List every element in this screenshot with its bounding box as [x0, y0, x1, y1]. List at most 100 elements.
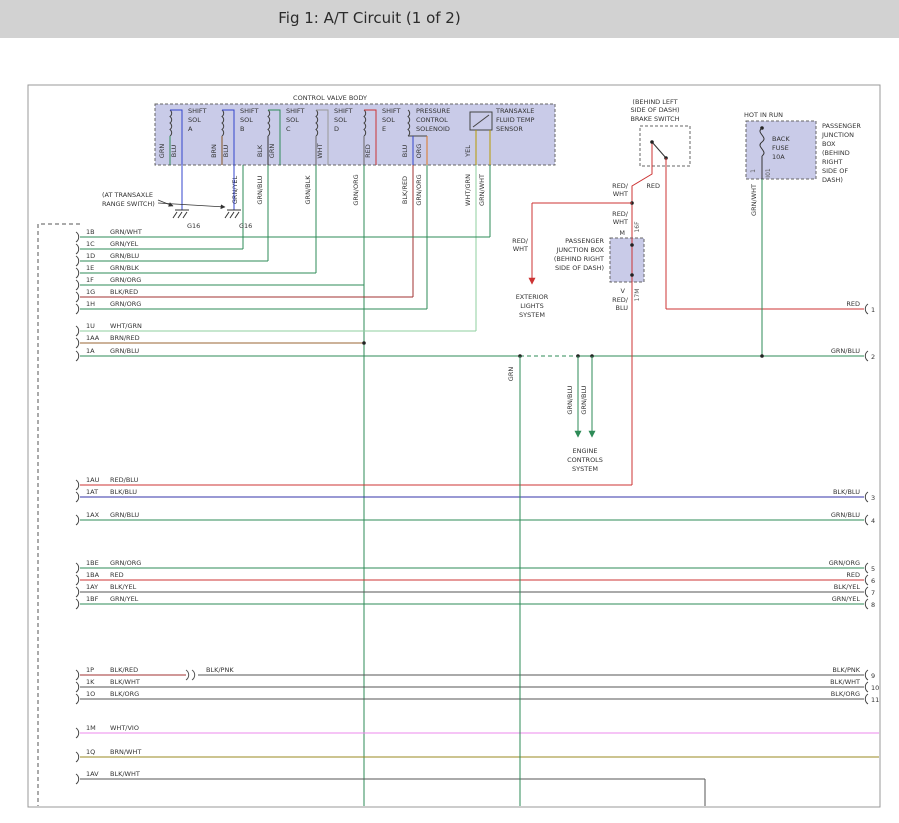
- wire-label: WHT: [613, 218, 628, 226]
- svg-text:BLK/BLU: BLK/BLU: [833, 488, 860, 496]
- fuse-label: FUSE: [772, 144, 789, 152]
- hot-in-run-label: HOT IN RUN: [744, 111, 783, 119]
- sol-c-label: C: [286, 125, 291, 133]
- svg-text:WHT/VIO: WHT/VIO: [110, 724, 139, 732]
- lead-label: WHT: [316, 143, 324, 158]
- temp-label: FLUID TEMP: [496, 116, 534, 124]
- svg-text:2: 2: [871, 353, 875, 361]
- svg-text:BLK/RED: BLK/RED: [110, 288, 138, 296]
- wire-label: RED/: [612, 296, 629, 304]
- svg-text:RED/BLU: RED/BLU: [110, 476, 139, 484]
- svg-text:1BF: 1BF: [86, 595, 99, 603]
- pcs-label: SOLENOID: [416, 125, 450, 133]
- sol-b-label: B: [240, 125, 244, 133]
- svg-text:BLK/ORG: BLK/ORG: [110, 690, 139, 698]
- lead-label: ORG: [415, 144, 423, 159]
- svg-text:1Q: 1Q: [86, 748, 95, 756]
- svg-text:1AY: 1AY: [86, 583, 98, 591]
- svg-text:WHT/GRN: WHT/GRN: [110, 322, 142, 330]
- wire-label: RED/: [612, 182, 629, 190]
- svg-text:BLK/YEL: BLK/YEL: [110, 583, 137, 591]
- svg-text:1E: 1E: [86, 264, 94, 272]
- drop-label: BLK/RED: [401, 176, 409, 204]
- sol-d-label: D: [334, 125, 339, 133]
- pjb-label: (BEHIND RIGHT: [554, 255, 604, 263]
- lead-label: GRN: [268, 144, 276, 159]
- svg-text:1AA: 1AA: [86, 334, 100, 342]
- sol-a-label: SHIFT: [188, 107, 207, 115]
- svg-text:1: 1: [871, 306, 875, 314]
- svg-text:GRN/YEL: GRN/YEL: [110, 595, 139, 603]
- wire-label: RED: [646, 182, 660, 190]
- svg-text:GRN/BLU: GRN/BLU: [831, 347, 860, 355]
- splice-label: BLK/PNK: [206, 666, 234, 674]
- wire-label: GRN/BLU: [566, 385, 574, 414]
- wire-label: GRN/WHT: [750, 184, 758, 216]
- pjb-label: BOX: [822, 140, 836, 148]
- sol-e-label: SHIFT: [382, 107, 401, 115]
- pjb-label: DASH): [822, 176, 843, 184]
- svg-text:9: 9: [871, 672, 875, 680]
- svg-text:GRN/WHT: GRN/WHT: [110, 228, 142, 236]
- pjb-label: JUNCTION BOX: [555, 246, 604, 254]
- svg-text:1F: 1F: [86, 276, 94, 284]
- sol-c-label: SOL: [286, 116, 299, 124]
- svg-text:3: 3: [871, 494, 875, 502]
- lead-label: RED: [364, 144, 372, 158]
- svg-text:BLK/BLU: BLK/BLU: [110, 488, 137, 496]
- svg-text:BLK/WHT: BLK/WHT: [110, 678, 140, 686]
- drop-label: GRN/BLU: [256, 175, 264, 204]
- sol-a-label: SOL: [188, 116, 201, 124]
- drop-label: GRN/BLK: [304, 175, 312, 205]
- engine-controls-label: SYSTEM: [572, 465, 598, 473]
- brake-switch-location: SIDE OF DASH): [630, 106, 679, 114]
- svg-text:BLK/YEL: BLK/YEL: [834, 583, 861, 591]
- range-switch-note: RANGE SWITCH): [102, 200, 155, 208]
- lead-label: BLK: [256, 144, 264, 157]
- svg-text:RED: RED: [846, 300, 860, 308]
- pjb-label: PASSENGER: [565, 237, 604, 245]
- control-valve-body-label: CONTROL VALVE BODY: [293, 94, 367, 102]
- svg-text:GRN/YEL: GRN/YEL: [832, 595, 861, 603]
- svg-text:1O: 1O: [86, 690, 95, 698]
- svg-text:GRN/ORG: GRN/ORG: [829, 559, 860, 567]
- svg-text:GRN/ORG: GRN/ORG: [110, 559, 141, 567]
- lead-label: BLU: [222, 145, 230, 158]
- svg-text:1AU: 1AU: [86, 476, 100, 484]
- wire-label: WHT: [513, 245, 528, 253]
- wire-label: GRN: [507, 367, 515, 382]
- svg-text:4: 4: [871, 517, 875, 525]
- fuse-label: BACK: [772, 135, 790, 143]
- pjb-label: PASSENGER: [822, 122, 861, 130]
- svg-text:BLK/PNK: BLK/PNK: [832, 666, 860, 674]
- svg-text:1U: 1U: [86, 322, 95, 330]
- svg-text:7: 7: [871, 589, 875, 597]
- svg-text:BRN/WHT: BRN/WHT: [110, 748, 141, 756]
- svg-text:1C: 1C: [86, 240, 95, 248]
- lead-label: YEL: [464, 145, 472, 158]
- svg-text:8: 8: [871, 601, 875, 609]
- wire-label: WHT: [613, 190, 628, 198]
- svg-text:1AV: 1AV: [86, 770, 99, 778]
- svg-text:1H: 1H: [86, 300, 95, 308]
- svg-text:1BE: 1BE: [86, 559, 99, 567]
- svg-text:GRN/BLU: GRN/BLU: [110, 252, 139, 260]
- pjb-label: SIDE OF: [822, 167, 848, 175]
- svg-text:GRN/ORG: GRN/ORG: [110, 300, 141, 308]
- exterior-lights-label: EXTERIOR: [516, 293, 549, 301]
- drop-label: WHT/GRN: [464, 174, 472, 206]
- drop-label: GRN/ORG: [415, 174, 423, 205]
- circuit-diagram: CONTROL VALVE BODY SHIFT SOL A SHIFT SOL…: [0, 0, 899, 823]
- svg-text:6: 6: [871, 577, 875, 585]
- brake-switch-label: BRAKE SWITCH: [630, 115, 679, 123]
- connector-id: I01: [765, 168, 772, 178]
- svg-text:1G: 1G: [86, 288, 95, 296]
- svg-text:11: 11: [871, 696, 879, 704]
- svg-text:1BA: 1BA: [86, 571, 100, 579]
- range-switch-note: (AT TRANSAXLE: [102, 191, 153, 199]
- svg-text:1P: 1P: [86, 666, 94, 674]
- svg-text:1AX: 1AX: [86, 511, 100, 519]
- temp-label: TRANSAXLE: [495, 107, 534, 115]
- lead-label: GRN: [158, 144, 166, 159]
- svg-text:GRN/BLU: GRN/BLU: [110, 347, 139, 355]
